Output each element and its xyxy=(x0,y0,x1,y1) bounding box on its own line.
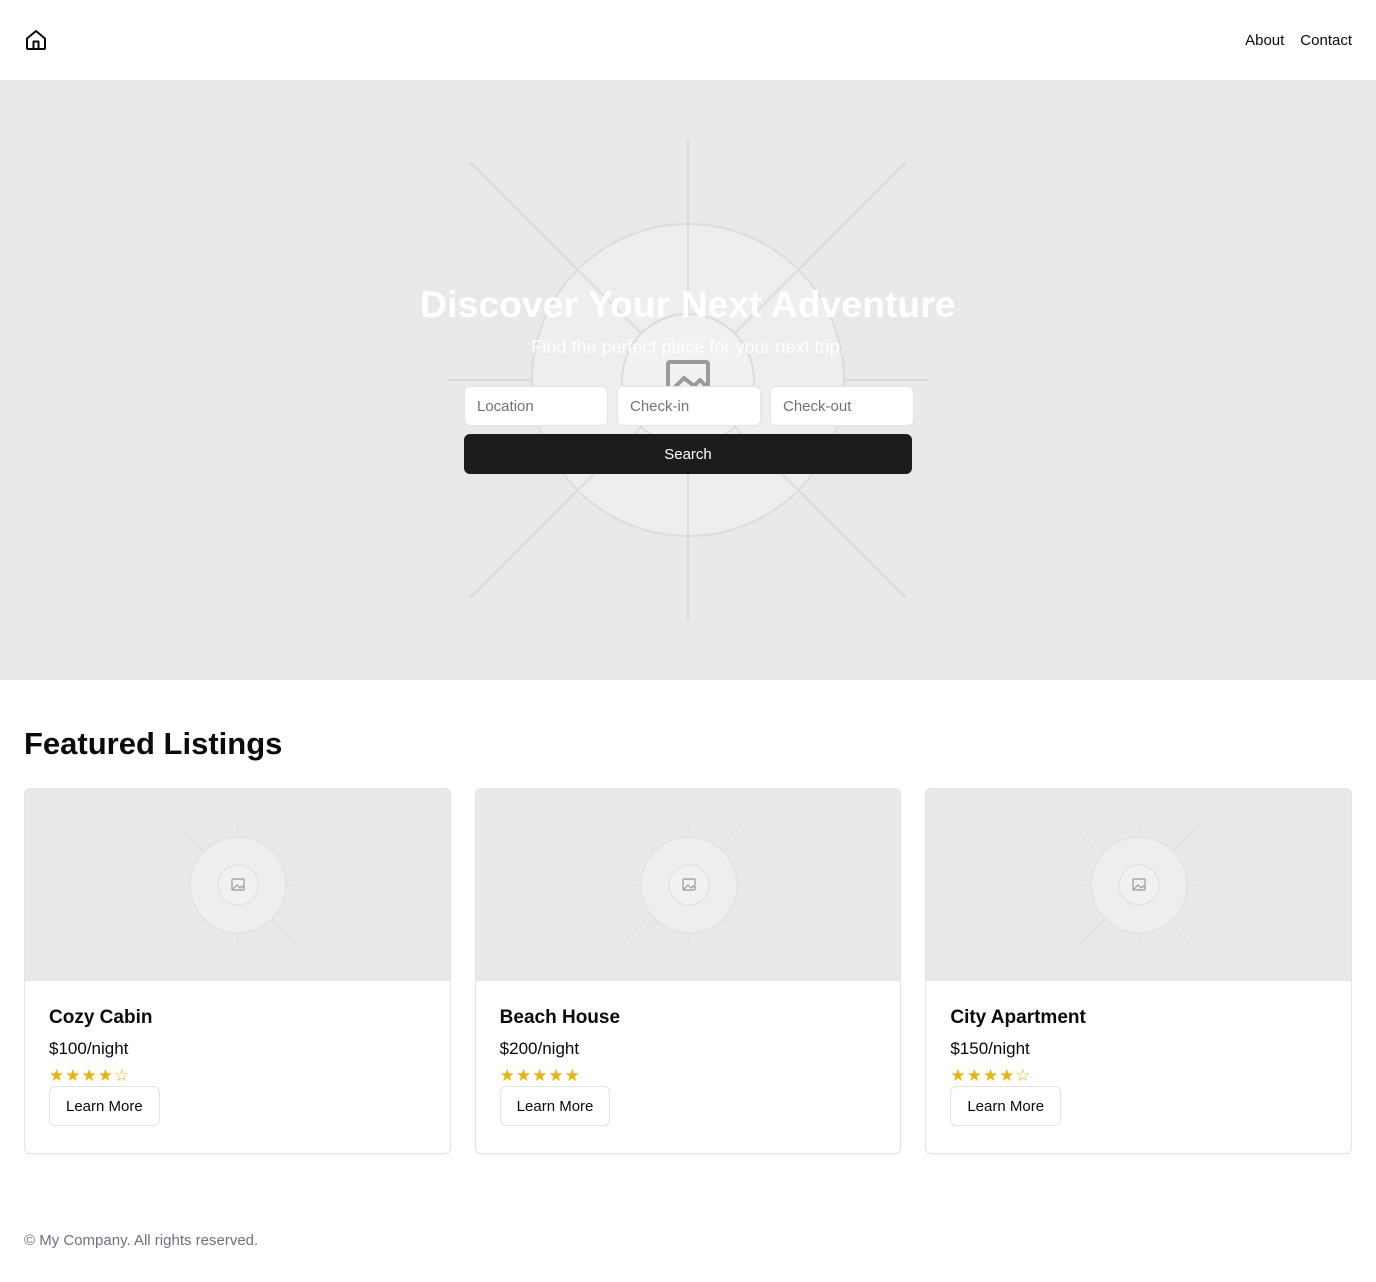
hero-content: Discover Your Next Adventure Find the pe… xyxy=(0,80,1376,680)
checkin-input[interactable] xyxy=(617,386,761,426)
home-icon[interactable] xyxy=(24,28,48,52)
footer-copyright: © My Company. All rights reserved. xyxy=(24,1232,259,1249)
image-placeholder-icon xyxy=(628,824,750,946)
hero-subtitle: Find the perfect place for your next tri… xyxy=(531,337,845,357)
listing-name: Beach House xyxy=(499,1007,621,1028)
search-form xyxy=(464,386,914,426)
listing-card: Beach House $200/night ★★★★★ Learn More xyxy=(474,788,902,1154)
listing-body: Beach House $200/night ★★★★★ Learn More xyxy=(476,981,901,1126)
listing-image xyxy=(926,789,1352,981)
featured-listings-title: Featured Listings xyxy=(24,726,283,761)
listing-card: City Apartment $150/night ★★★★☆ Learn Mo… xyxy=(925,788,1353,1154)
learn-more-button[interactable]: Learn More xyxy=(49,1086,160,1126)
listing-price: $200/night xyxy=(499,1039,580,1058)
nav-link-contact[interactable]: Contact xyxy=(1300,32,1352,49)
location-input[interactable] xyxy=(464,386,608,426)
listing-price: $100/night xyxy=(49,1039,129,1058)
image-placeholder-icon xyxy=(177,824,299,946)
listing-name: Cozy Cabin xyxy=(49,1007,153,1028)
star-rating: ★★★★☆ xyxy=(49,1066,131,1085)
image-placeholder-icon xyxy=(1078,824,1200,946)
hero-title: Discover Your Next Adventure xyxy=(420,284,956,325)
listing-price: $150/night xyxy=(950,1039,1030,1058)
listing-cards: Cozy Cabin $100/night ★★★★☆ Learn More B… xyxy=(24,788,1353,1154)
listing-image xyxy=(475,789,901,981)
nav-link-about[interactable]: About xyxy=(1245,32,1284,49)
listing-name: City Apartment xyxy=(950,1007,1086,1028)
main-nav: About Contact xyxy=(1245,32,1352,49)
star-rating: ★★★★☆ xyxy=(950,1066,1032,1085)
learn-more-button[interactable]: Learn More xyxy=(499,1086,611,1126)
hero-section: Discover Your Next Adventure Find the pe… xyxy=(0,80,1376,680)
listing-body: Cozy Cabin $100/night ★★★★☆ Learn More xyxy=(25,981,450,1126)
listing-body: City Apartment $150/night ★★★★☆ Learn Mo… xyxy=(926,981,1351,1126)
checkout-input[interactable] xyxy=(770,386,914,426)
listing-image xyxy=(25,789,450,981)
site-header: About Contact xyxy=(0,0,1376,80)
listing-card: Cozy Cabin $100/night ★★★★☆ Learn More xyxy=(24,788,451,1154)
star-rating: ★★★★★ xyxy=(499,1066,581,1085)
learn-more-button[interactable]: Learn More xyxy=(950,1086,1062,1126)
search-button[interactable]: Search xyxy=(464,434,912,474)
